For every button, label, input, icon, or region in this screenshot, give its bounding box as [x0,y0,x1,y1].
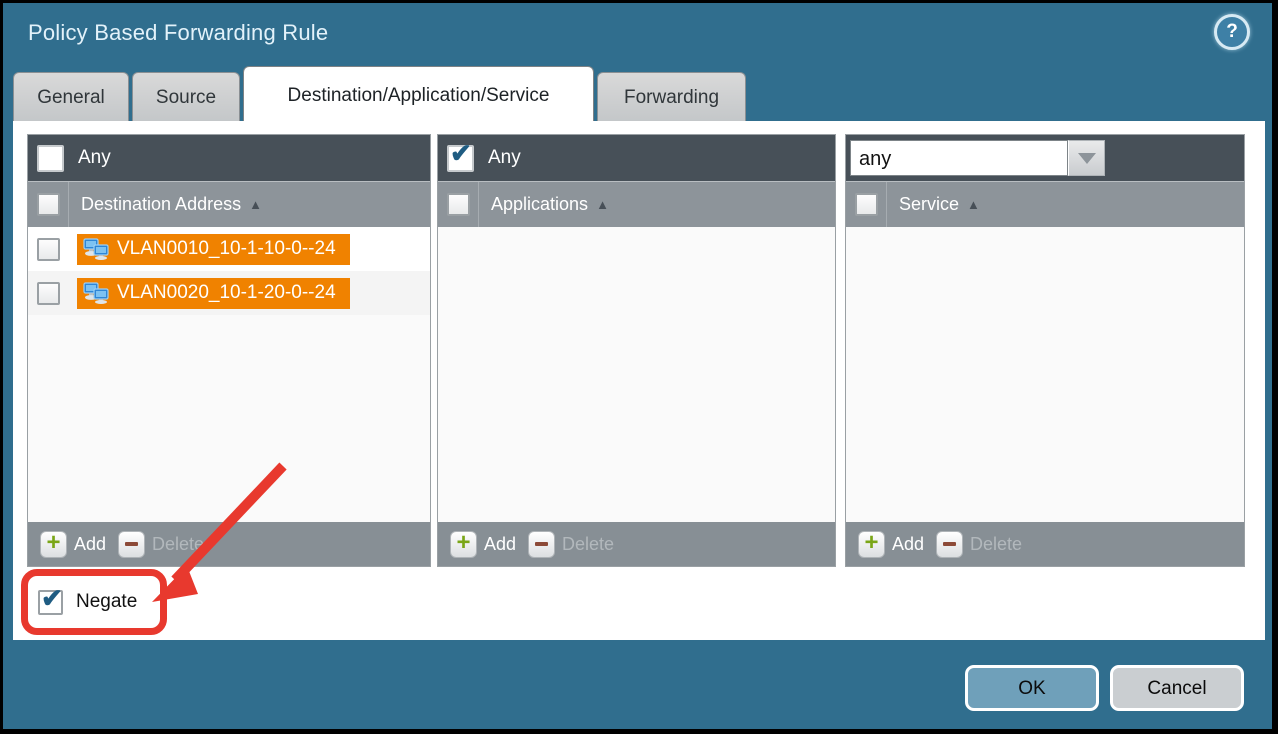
destination-any-label: Any [78,147,111,169]
header-divider [478,182,479,227]
applications-any-checkbox[interactable]: ✔ [447,145,474,172]
service-dropdown-bar: any [846,135,1244,181]
applications-list [438,227,835,522]
network-address-icon [83,282,109,304]
row-checkbox[interactable] [37,238,60,261]
applications-select-all-checkbox[interactable] [447,193,470,216]
service-select-all-checkbox[interactable] [855,193,878,216]
delete-button[interactable]: Delete [118,531,204,558]
destination-entry-chip[interactable]: VLAN0010_10-1-10-0--24 [77,234,350,265]
applications-column-header: Applications ▲ [438,181,835,227]
policy-based-forwarding-dialog: Policy Based Forwarding Rule ? General S… [3,3,1272,729]
applications-footer: + Add Delete [438,522,835,566]
plus-icon: + [450,531,477,558]
tab-content-panel: ✔ Any Destination Address ▲ [13,121,1265,640]
dialog-title: Policy Based Forwarding Rule [28,20,328,46]
add-button[interactable]: + Add [40,531,106,558]
applications-column: ✔ Any Applications ▲ + Add Delete [437,134,836,567]
plus-icon: + [40,531,67,558]
service-dropdown-button[interactable] [1068,140,1105,176]
service-header-label[interactable]: Service [899,194,959,215]
delete-button[interactable]: Delete [528,531,614,558]
destination-address-column: ✔ Any Destination Address ▲ [27,134,431,567]
destination-list: VLAN0010_10-1-10-0--24 [28,227,430,522]
destination-entry-label: VLAN0020_10-1-20-0--24 [117,282,336,304]
service-dropdown-value[interactable]: any [850,140,1068,176]
row-checkbox[interactable] [37,282,60,305]
applications-any-bar: ✔ Any [438,135,835,181]
ok-button[interactable]: OK [965,665,1099,711]
service-column: any Service ▲ + Add [845,134,1245,567]
tab-forwarding[interactable]: Forwarding [597,72,746,121]
sort-ascending-icon[interactable]: ▲ [596,197,609,212]
tab-bar: General Source Destination/Application/S… [3,67,1272,121]
service-dropdown[interactable]: any [850,140,1105,176]
tab-destination-application-service[interactable]: Destination/Application/Service [243,66,594,121]
destination-header-label[interactable]: Destination Address [81,194,241,215]
destination-any-checkbox[interactable]: ✔ [37,145,64,172]
destination-row[interactable]: VLAN0010_10-1-10-0--24 [28,227,430,271]
minus-icon [118,531,145,558]
destination-column-header: Destination Address ▲ [28,181,430,227]
destination-entry-chip[interactable]: VLAN0020_10-1-20-0--24 [77,278,350,309]
negate-checkbox[interactable]: ✔ [38,590,63,615]
tab-source[interactable]: Source [132,72,240,121]
add-button[interactable]: + Add [858,531,924,558]
minus-icon [936,531,963,558]
destination-select-all-checkbox[interactable] [37,193,60,216]
destination-row[interactable]: VLAN0020_10-1-20-0--24 [28,271,430,315]
service-column-header: Service ▲ [846,181,1244,227]
network-address-icon [83,238,109,260]
service-footer: + Add Delete [846,522,1244,566]
sort-ascending-icon[interactable]: ▲ [249,197,262,212]
destination-footer: + Add Delete [28,522,430,566]
help-icon[interactable]: ? [1214,14,1250,50]
sort-ascending-icon[interactable]: ▲ [967,197,980,212]
header-divider [68,182,69,227]
applications-header-label[interactable]: Applications [491,194,588,215]
negate-highlight-annotation: ✔ Negate [21,569,167,635]
minus-icon [528,531,555,558]
service-list [846,227,1244,522]
delete-button[interactable]: Delete [936,531,1022,558]
add-button[interactable]: + Add [450,531,516,558]
header-divider [886,182,887,227]
plus-icon: + [858,531,885,558]
destination-any-bar: ✔ Any [28,135,430,181]
cancel-button[interactable]: Cancel [1110,665,1244,711]
chevron-down-icon [1078,153,1096,164]
dialog-titlebar: Policy Based Forwarding Rule ? [3,3,1272,67]
applications-any-label: Any [488,147,521,169]
destination-entry-label: VLAN0010_10-1-10-0--24 [117,238,336,260]
tab-general[interactable]: General [13,72,129,121]
negate-label: Negate [76,591,137,613]
